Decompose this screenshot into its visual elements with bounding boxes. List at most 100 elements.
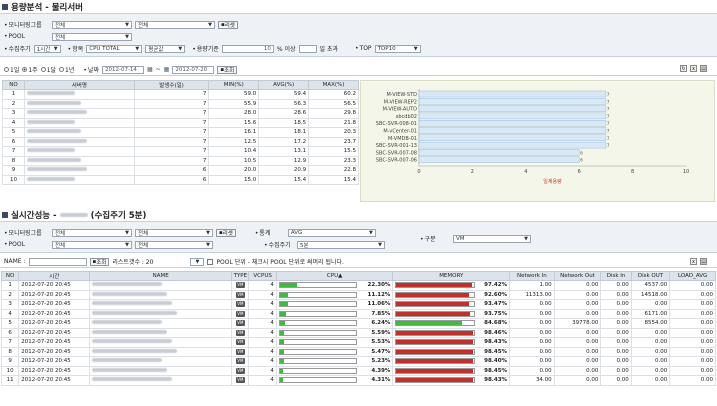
radio-1day[interactable]: 1일: [4, 65, 19, 74]
chart-bar[interactable]: [418, 149, 580, 156]
kind-select[interactable]: VM ▼: [453, 234, 531, 243]
group-select-1[interactable]: 전체 ▼: [52, 20, 132, 29]
rt-group-select-1[interactable]: 전체 ▼: [52, 228, 132, 237]
chart-bar[interactable]: [418, 127, 607, 134]
print-icon[interactable]: ▤: [700, 258, 707, 265]
list-count-select[interactable]: ▼: [190, 257, 205, 266]
cell-ni: 34.00: [509, 375, 555, 386]
table-row[interactable]: 1 2012-07-20 20:45 VM 4 22.30% 97.42% 1.00 0.00…: [0, 280, 716, 291]
rt-group-select-2[interactable]: 전체 ▼: [135, 228, 213, 237]
rt-col-cpu[interactable]: CPU▲: [275, 271, 394, 281]
cell-server[interactable]: [23, 174, 135, 185]
rt-search-button[interactable]: ▪ 조회: [89, 257, 110, 266]
table-row[interactable]: 9 6 20.0 20.9 22.8: [2, 165, 359, 176]
refresh-icon[interactable]: ↻: [680, 65, 687, 72]
table-row[interactable]: 1 7 59.0 59.4 60.2: [2, 89, 359, 100]
table-row[interactable]: 10 6 15.0 15.4 15.4: [2, 174, 359, 185]
cell-server[interactable]: [23, 108, 135, 119]
name-input[interactable]: [28, 257, 87, 266]
date-from-input[interactable]: 2012-07-14: [101, 65, 144, 74]
chart-bar[interactable]: [418, 105, 607, 112]
table-row[interactable]: 4 7 15.6 18.5 21.8: [2, 117, 359, 128]
cell-server[interactable]: [23, 89, 135, 100]
rt-period-select[interactable]: 5분 ▼: [297, 240, 385, 249]
pool-checkbox[interactable]: [207, 258, 214, 265]
chart-bar-value: 7: [607, 114, 610, 119]
cell-la: 0.00: [669, 299, 716, 310]
memory-progress-bar: [395, 291, 476, 298]
group-select-2[interactable]: 전체 ▼: [135, 20, 215, 29]
cell-name[interactable]: [89, 280, 233, 291]
agg-select[interactable]: 평균값 ▼: [145, 44, 186, 53]
radio-1week[interactable]: 1주: [22, 65, 38, 74]
cell-name[interactable]: [89, 365, 233, 376]
vm-type-icon: VM: [235, 348, 245, 355]
cell-name[interactable]: [89, 356, 233, 367]
rt-col-load: LOAD_AVG: [669, 271, 716, 281]
cell-ni: 11313.00: [509, 289, 555, 300]
cell-memory: 97.42%: [392, 280, 511, 291]
chart-bar[interactable]: [418, 134, 607, 141]
cell-value: 10.4: [208, 146, 260, 157]
chart-bar[interactable]: [418, 98, 607, 105]
cell-name[interactable]: [89, 346, 233, 357]
cell-name[interactable]: [89, 327, 233, 338]
table-row[interactable]: 11 2012-07-20 20:45 VM 4 4.31% 98.43% 34.00 0.0…: [0, 375, 716, 386]
date-to-input[interactable]: 2012-07-20: [172, 65, 215, 74]
search-button[interactable]: ▪ 조회: [217, 65, 238, 74]
threshold-input[interactable]: 10: [221, 44, 274, 53]
cell-name[interactable]: [89, 318, 233, 329]
pool-select[interactable]: 전체 ▼: [52, 32, 132, 41]
cell-server[interactable]: [23, 127, 135, 138]
cell-server[interactable]: [23, 165, 135, 176]
chart-bar[interactable]: [418, 112, 607, 120]
top-select[interactable]: TOP10 ▼: [374, 44, 421, 53]
cell-name[interactable]: [89, 308, 233, 319]
cell-server[interactable]: [23, 155, 135, 166]
cell-name[interactable]: [89, 337, 233, 348]
item-select[interactable]: CPU TOTAL ▼: [86, 44, 143, 53]
table-row[interactable]: 2 2012-07-20 20:45 VM 4 11.12% 92.60% 11313.00…: [0, 289, 716, 300]
cell-vcpus: 4: [248, 346, 277, 357]
cell-name[interactable]: [89, 375, 233, 386]
rt-pool-select-1[interactable]: 전체 ▼: [52, 240, 132, 249]
table-row[interactable]: 2 7 55.9 56.3 56.5: [2, 98, 359, 109]
excel-export-icon[interactable]: x: [690, 65, 697, 72]
table-row[interactable]: 5 7 16.1 18.1 20.3: [2, 127, 359, 138]
cell-name[interactable]: [89, 289, 233, 300]
cell-server[interactable]: [23, 98, 135, 109]
table-row[interactable]: 8 2012-07-20 20:45 VM 4 5.47% 98.45% 0.00 0.00 0…: [0, 346, 716, 357]
chart-bar[interactable]: [418, 141, 607, 149]
radio-1month[interactable]: 1달: [40, 65, 56, 74]
table-row[interactable]: 10 2012-07-20 20:45 VM 4 4.39% 98.45% 0.00 0.00…: [0, 365, 716, 376]
cell-server[interactable]: [23, 146, 135, 157]
excel-export-icon[interactable]: x: [690, 258, 697, 265]
reset-button[interactable]: ▪ 리셋: [218, 20, 238, 29]
calendar-icon[interactable]: ▦: [147, 66, 153, 73]
stat-select[interactable]: AVG ▼: [287, 228, 376, 237]
chart-bar[interactable]: [418, 156, 580, 163]
radio-1year[interactable]: 1년: [59, 65, 74, 74]
table-row[interactable]: 9 2012-07-20 20:45 VM 4 5.23% 98.40% 0.00 0.00 0…: [0, 356, 716, 367]
rt-pool-select-2[interactable]: 전체 ▼: [135, 240, 213, 249]
print-icon[interactable]: ▤: [700, 65, 707, 72]
period-select[interactable]: 1시간 ▼: [33, 44, 61, 53]
cell-server[interactable]: [23, 117, 135, 128]
cell-ni: 0.00: [509, 327, 555, 338]
table-row[interactable]: 5 2012-07-20 20:45 VM 4 6.24% 84.68% 0.00 39778…: [0, 318, 716, 329]
rt-reset-button[interactable]: ▪ 리셋: [216, 228, 236, 237]
cell-server[interactable]: [23, 136, 135, 147]
table-row[interactable]: 4 2012-07-20 20:45 VM 4 7.85% 93.75% 0.00 0.00 0…: [0, 308, 716, 319]
table-row[interactable]: 6 2012-07-20 20:45 VM 4 5.59% 98.46% 0.00 0.00 0…: [0, 327, 716, 338]
chart-bar[interactable]: [418, 90, 607, 98]
table-row[interactable]: 7 7 10.4 13.1 15.5: [2, 146, 359, 157]
table-row[interactable]: 3 7 28.0 28.6 29.8: [2, 108, 359, 119]
table-row[interactable]: 6 7 12.5 17.2 23.7: [2, 136, 359, 147]
chart-bar[interactable]: [418, 120, 607, 127]
exceed-days-input[interactable]: [298, 44, 317, 53]
table-row[interactable]: 3 2012-07-20 20:45 VM 4 11.06% 93.47% 0.00 0.00…: [0, 299, 716, 310]
cell-name[interactable]: [89, 299, 233, 310]
table-row[interactable]: 7 2012-07-20 20:45 VM 4 5.53% 98.43% 0.00 0.00 0…: [0, 337, 716, 348]
table-row[interactable]: 8 7 10.5 12.9 23.3: [2, 155, 359, 166]
calendar-icon[interactable]: ▦: [164, 66, 170, 73]
